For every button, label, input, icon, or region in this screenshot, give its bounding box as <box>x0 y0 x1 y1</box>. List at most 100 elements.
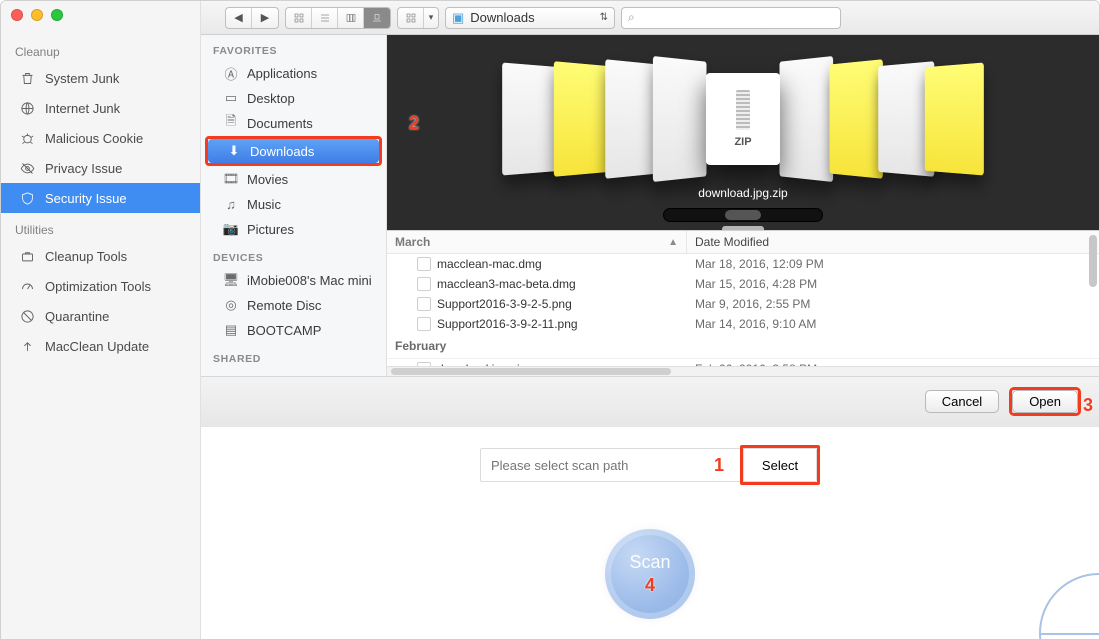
sidebar-section-cleanup: Cleanup <box>1 35 200 63</box>
coverflow-card[interactable] <box>605 59 658 179</box>
toolbox-icon <box>19 248 35 264</box>
dialog-content: ZIP download.jpg.zip Mar <box>387 35 1099 376</box>
device-remote-disc[interactable]: ◎Remote Disc <box>205 293 382 317</box>
coverflow-view[interactable]: ZIP download.jpg.zip <box>387 35 1099 231</box>
view-coverflow-icon[interactable] <box>364 8 390 28</box>
coverflow-card[interactable] <box>554 61 610 177</box>
callout-box-2: ⬇Downloads <box>205 136 382 166</box>
favorite-label: Movies <box>247 172 288 187</box>
sidebar-item-label: Optimization Tools <box>45 279 151 294</box>
music-icon: ♫ <box>223 196 239 212</box>
sidebar-item-malicious-cookie[interactable]: Malicious Cookie <box>1 123 200 153</box>
scan-path-input[interactable] <box>480 448 740 482</box>
coverflow-front[interactable]: ZIP <box>706 73 780 165</box>
scrubber-knob[interactable] <box>725 210 761 220</box>
gauge-icon <box>19 278 35 294</box>
sidebar-item-label: System Junk <box>45 71 119 86</box>
forward-button[interactable]: ▶ <box>252 8 278 28</box>
select-path-button[interactable]: Select <box>743 448 817 482</box>
column-date-label: Date Modified <box>695 235 769 249</box>
coverflow-scrubber[interactable] <box>663 208 823 222</box>
file-date: Mar 18, 2016, 12:09 PM <box>695 257 1091 271</box>
upload-icon <box>19 338 35 354</box>
coverflow-card[interactable] <box>502 63 561 176</box>
favorite-downloads[interactable]: ⬇Downloads <box>208 139 379 163</box>
view-column-icon[interactable] <box>338 8 364 28</box>
device-mac[interactable]: 🖥iMobie008's Mac mini <box>205 268 382 292</box>
back-button[interactable]: ◀ <box>226 8 252 28</box>
sidebar-item-quarantine[interactable]: Quarantine <box>1 301 200 331</box>
shield-icon <box>19 190 35 206</box>
sidebar-item-internet-junk[interactable]: Internet Junk <box>1 93 200 123</box>
dialog-toolbar: ◀ ▶ ▾ ▣ Downloads ⇅ <box>201 1 1099 35</box>
chevron-down-icon[interactable]: ▾ <box>424 8 438 28</box>
sidebar-item-label: MacClean Update <box>45 339 149 354</box>
vertical-scrollbar[interactable] <box>1089 235 1097 287</box>
list-group: February <box>387 334 1099 359</box>
view-list-icon[interactable] <box>312 8 338 28</box>
minimize-window-button[interactable] <box>31 9 43 21</box>
device-label: BOOTCAMP <box>247 323 321 338</box>
search-input[interactable] <box>635 11 834 25</box>
disc-icon: ◎ <box>223 297 239 313</box>
nav-back-forward[interactable]: ◀ ▶ <box>225 7 279 29</box>
search-field[interactable]: ⌕ <box>621 7 841 29</box>
favorite-desktop[interactable]: ▭Desktop <box>205 86 382 110</box>
file-icon <box>417 257 431 271</box>
sidebar-heading-favorites: FAVORITES <box>201 35 386 60</box>
list-header: March▲ Date Modified <box>387 231 1099 254</box>
file-row[interactable]: download.jpg.zipFeb 26, 2016, 3:58 PM <box>387 359 1099 366</box>
favorite-label: Applications <box>247 66 317 81</box>
favorite-movies[interactable]: 🎞Movies <box>205 167 382 191</box>
scan-button[interactable]: Scan 4 <box>605 529 695 619</box>
sidebar-item-cleanup-tools[interactable]: Cleanup Tools <box>1 241 200 271</box>
cancel-button[interactable]: Cancel <box>925 390 999 413</box>
coverflow-card[interactable] <box>779 56 833 182</box>
radar-illustration <box>1039 573 1100 640</box>
path-dropdown-label: Downloads <box>470 10 593 25</box>
file-name: Support2016-3-9-2-5.png <box>437 297 572 311</box>
window-traffic-lights <box>11 9 63 21</box>
favorite-music[interactable]: ♫Music <box>205 192 382 216</box>
callout-box-1: Select <box>740 445 820 485</box>
favorite-label: Documents <box>247 116 313 131</box>
favorite-documents[interactable]: 🗎 Documents <box>205 111 382 135</box>
file-row[interactable]: macclean3-mac-beta.dmgMar 15, 2016, 4:28… <box>387 274 1099 294</box>
sidebar-item-security-issue[interactable]: Security Issue <box>1 183 200 213</box>
horizontal-scrollbar[interactable] <box>387 366 1099 376</box>
sidebar-item-system-junk[interactable]: System Junk <box>1 63 200 93</box>
app-sidebar: Cleanup System Junk Internet Junk Malici… <box>1 1 201 639</box>
security-issue-panel: 1 Select Scan 4 <box>201 427 1099 639</box>
column-date[interactable]: Date Modified <box>687 231 1099 253</box>
view-icon-icon[interactable] <box>286 8 312 28</box>
coverflow-card[interactable] <box>653 56 707 182</box>
arrange-menu[interactable]: ▾ <box>397 7 439 29</box>
folder-icon: ▣ <box>452 10 464 26</box>
file-row[interactable]: macclean-mac.dmgMar 18, 2016, 12:09 PM <box>387 254 1099 274</box>
column-name[interactable]: March▲ <box>387 231 687 253</box>
zoom-window-button[interactable] <box>51 9 63 21</box>
sidebar-item-label: Cleanup Tools <box>45 249 127 264</box>
favorite-applications[interactable]: ⒶApplications <box>205 61 382 85</box>
sidebar-item-optimization-tools[interactable]: Optimization Tools <box>1 271 200 301</box>
coverflow-filename: download.jpg.zip <box>387 186 1099 200</box>
coverflow-card[interactable] <box>830 59 883 179</box>
callout-number-1: 1 <box>714 455 734 475</box>
sidebar-item-macclean-update[interactable]: MacClean Update <box>1 331 200 361</box>
open-button[interactable]: Open <box>1012 390 1078 413</box>
file-row[interactable]: Support2016-3-9-2-5.pngMar 9, 2016, 2:55… <box>387 294 1099 314</box>
favorite-label: Downloads <box>250 144 314 159</box>
device-label: iMobie008's Mac mini <box>247 273 372 288</box>
device-bootcamp[interactable]: ▤BOOTCAMP <box>205 318 382 342</box>
sidebar-item-label: Security Issue <box>45 191 127 206</box>
favorite-pictures[interactable]: 📷Pictures <box>205 217 382 241</box>
coverflow-card[interactable] <box>925 63 984 176</box>
path-dropdown[interactable]: ▣ Downloads ⇅ <box>445 7 615 29</box>
arrange-icon[interactable] <box>398 8 424 28</box>
close-window-button[interactable] <box>11 9 23 21</box>
file-row[interactable]: Support2016-3-9-2-11.pngMar 14, 2016, 9:… <box>387 314 1099 334</box>
scan-path-row: 1 Select <box>480 445 820 485</box>
sidebar-item-privacy-issue[interactable]: Privacy Issue <box>1 153 200 183</box>
view-mode-segmented[interactable] <box>285 7 391 29</box>
document-icon: 🗎 <box>223 115 239 131</box>
